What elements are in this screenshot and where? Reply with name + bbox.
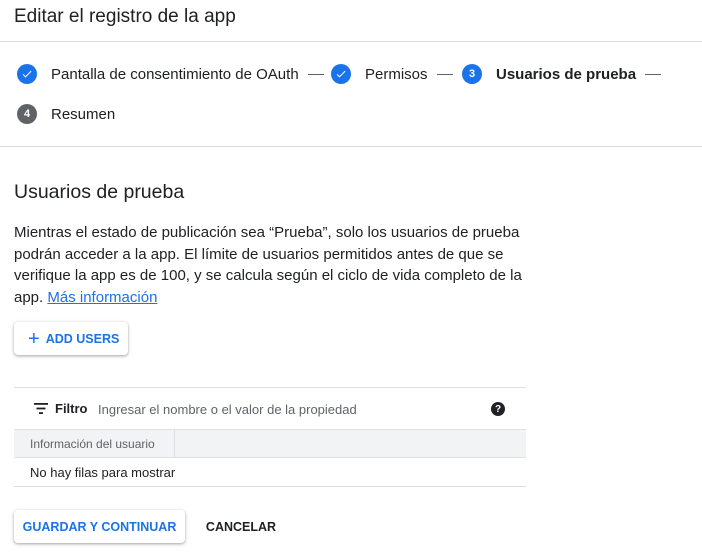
page-header: Editar el registro de la app [0,0,702,42]
filter-bar: Filtro ? [14,388,526,429]
step-permisos[interactable]: Permisos [331,64,462,84]
cancel-button[interactable]: CANCELAR [198,510,284,543]
step-connector [645,73,662,75]
step-label: Usuarios de prueba [496,65,637,83]
step-label: Resumen [51,105,116,123]
column-divider[interactable] [174,430,175,458]
step-number-badge: 3 [462,64,482,84]
add-users-label: ADD USERS [45,331,120,346]
empty-table-message: No hay filas para mostrar [30,465,176,480]
step-connector [436,73,453,75]
add-users-button[interactable]: + ADD USERS [14,322,128,355]
more-info-link[interactable]: Más información [47,289,157,306]
section-description: Mientras el estado de publicación sea “P… [14,222,524,308]
step-label: Pantalla de consentimiento de OAuth [51,65,299,83]
filter-input[interactable] [98,396,478,422]
check-icon [331,64,351,84]
step-usuarios-de-prueba[interactable]: 3 Usuarios de prueba [462,64,670,84]
column-header-user-info[interactable]: Información del usuario [30,437,155,451]
check-icon [17,64,37,84]
step-oauth-consent[interactable]: Pantalla de consentimiento de OAuth [17,64,333,84]
plus-icon: + [28,327,40,350]
filter-label: Filtro [55,401,88,416]
table-header-row: Información del usuario [14,429,526,458]
save-and-continue-button[interactable]: GUARDAR Y CONTINUAR [14,510,185,543]
question-circle-icon[interactable]: ? [491,402,505,416]
step-resumen[interactable]: 4 Resumen [17,104,115,124]
step-label: Permisos [365,65,428,83]
page-title: Editar el registro de la app [14,6,236,27]
step-connector [307,73,324,75]
step-number-badge: 4 [17,104,37,124]
stepper: Pantalla de consentimiento de OAuth Perm… [0,42,702,147]
test-users-table: Filtro ? Información del usuario No hay … [14,387,526,487]
section-title: Usuarios de prueba [14,181,185,203]
filter-icon [34,403,48,414]
